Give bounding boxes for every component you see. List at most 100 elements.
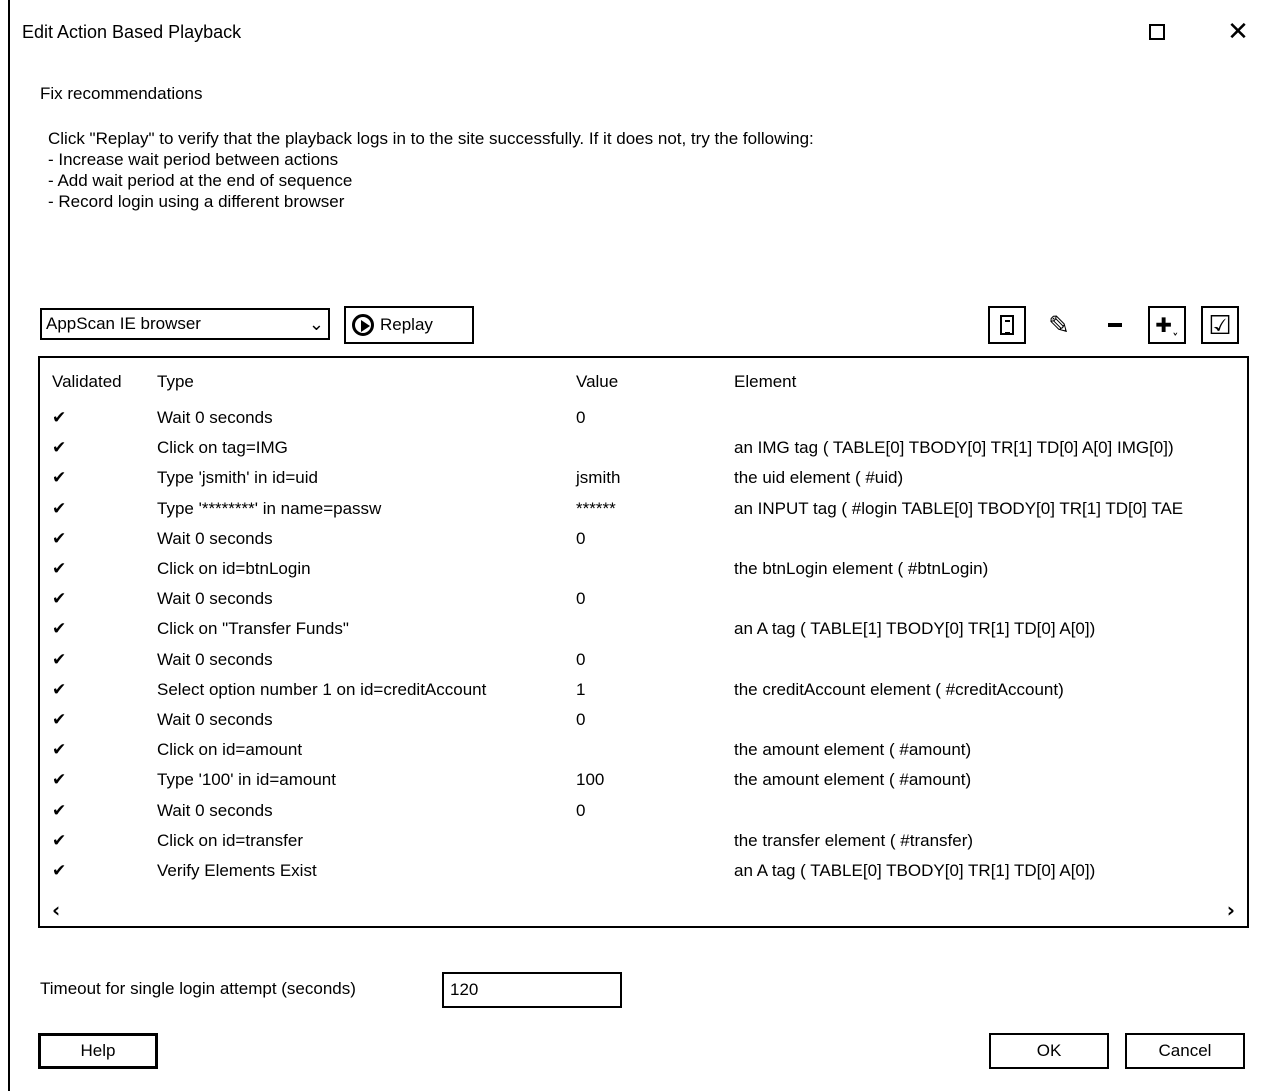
row-type: Wait 0 seconds [157, 589, 273, 609]
table-row[interactable]: ✔ Wait 0 seconds 0 [40, 529, 1247, 559]
validated-check-icon: ✔ [52, 619, 67, 640]
table-row[interactable]: ✔ Wait 0 seconds 0 [40, 710, 1247, 740]
header-element[interactable]: Element [734, 372, 796, 392]
row-type: Wait 0 seconds [157, 710, 273, 729]
row-type: Click on id=btnLogin [157, 559, 311, 578]
row-type: Select option number 1 on id=creditAccou… [157, 679, 487, 699]
instructions: Click "Replay" to verify that the playba… [48, 128, 814, 212]
validated-check-icon: ✔ [52, 408, 67, 428]
table-row[interactable]: ✔ Type 'jsmith' in id=uid jsmith the uid el… [40, 468, 1247, 498]
timeout-input[interactable]: 120 [442, 972, 622, 1008]
maximize-icon [1149, 24, 1165, 40]
table-row[interactable]: ✔ Click on id=amount the amount element ( … [40, 740, 1247, 770]
row-value: 0 [576, 649, 586, 669]
scroll-left-arrow[interactable]: ‹ [52, 898, 60, 922]
row-value: 100 [576, 770, 605, 790]
pencil-icon: ✎ [1048, 309, 1070, 340]
close-icon: ✕ [1227, 17, 1249, 47]
actions-grid[interactable]: Validated Type Value Element ✔ Wait 0 sec… [38, 356, 1249, 928]
validated-check-icon: ✔ [52, 528, 67, 549]
row-element: an A tag ( TABLE[1] TBODY[0] TR[1] TD[0]… [734, 619, 1096, 639]
window-edge [8, 0, 10, 1091]
validated-check-icon: ✔ [52, 438, 67, 459]
remove-button[interactable] [1096, 306, 1134, 344]
row-type: Wait 0 seconds [157, 800, 273, 820]
row-type: Type '100' in id=amount [157, 770, 336, 790]
row-value: 1 [576, 679, 586, 699]
instruction-line: - Add wait period at the end of sequence [48, 171, 353, 190]
header-value[interactable]: Value [576, 372, 618, 392]
validated-check-icon: ✔ [52, 679, 67, 700]
validated-check-icon: ✔ [52, 861, 67, 881]
validated-check-icon: ✔ [52, 800, 67, 821]
row-value: ****** [576, 498, 616, 518]
row-element: the transfer element ( #transfer) [734, 830, 974, 850]
minus-icon [1108, 323, 1122, 327]
row-element: the amount element ( #amount) [734, 770, 972, 790]
ok-button[interactable]: OK [989, 1033, 1109, 1069]
edit-button[interactable]: ✎ [1040, 306, 1078, 344]
table-row[interactable]: ✔ Wait 0 seconds 0 [40, 589, 1247, 619]
window-title: Edit Action Based Playback [22, 22, 242, 42]
validated-check-icon: ✔ [52, 770, 67, 791]
row-element: the btnLogin element ( #btnLogin) [734, 559, 989, 578]
replay-label: Replay [380, 315, 433, 334]
play-icon [352, 314, 374, 336]
browser-select-value: AppScan IE browser [46, 314, 201, 333]
list-icon [1000, 315, 1014, 335]
row-element: an A tag ( TABLE[0] TBODY[0] TR[1] TD[0]… [734, 861, 1096, 880]
row-value: 0 [576, 589, 586, 609]
row-element: an INPUT tag ( #login TABLE[0] TBODY[0] … [734, 498, 1184, 518]
table-row[interactable]: ✔ Click on "Transfer Funds" an A tag ( TAB… [40, 619, 1247, 649]
instruction-line: - Increase wait period between actions [48, 150, 339, 169]
row-type: Type 'jsmith' in id=uid [157, 468, 318, 488]
add-button[interactable]: ✚˯ [1148, 306, 1186, 344]
row-value: 0 [576, 800, 586, 820]
table-row[interactable]: ✔ Type '********' in name=passw ****** an I… [40, 499, 1247, 529]
table-row[interactable]: ✔ Wait 0 seconds 0 [40, 650, 1247, 680]
validated-check-icon: ✔ [52, 740, 67, 761]
row-type: Verify Elements Exist [157, 861, 317, 880]
timeout-label: Timeout for single login attempt (second… [40, 979, 356, 998]
row-type: Wait 0 seconds [157, 649, 273, 669]
validated-check-icon: ✔ [52, 830, 67, 851]
row-type: Wait 0 seconds [157, 408, 273, 427]
cancel-button[interactable]: Cancel [1125, 1033, 1245, 1069]
table-row[interactable]: ✔ Click on tag=IMG an IMG tag ( TABLE[0] T… [40, 438, 1247, 468]
instruction-line: - Record login using a different browser [48, 192, 345, 211]
validated-check-icon: ✔ [52, 649, 67, 670]
list-button[interactable] [988, 306, 1026, 344]
row-type: Click on id=transfer [157, 830, 303, 850]
header-validated[interactable]: Validated [52, 372, 122, 392]
table-row[interactable]: ✔ Click on id=transfer the transfer elemen… [40, 831, 1247, 861]
chevron-down-icon: ⌄ [308, 313, 324, 334]
validated-check-icon: ✔ [52, 498, 67, 519]
row-value: jsmith [576, 468, 621, 488]
plus-icon: ✚˯ [1155, 314, 1179, 337]
validated-check-icon: ✔ [52, 559, 67, 579]
table-row[interactable]: ✔ Wait 0 seconds 0 [40, 408, 1247, 438]
row-element: the creditAccount element ( #creditAccou… [734, 679, 1064, 699]
close-button[interactable]: ✕ [1226, 17, 1250, 47]
help-button[interactable]: Help [38, 1033, 158, 1069]
row-element: the amount element ( #amount) [734, 740, 972, 760]
checkbox-icon: ☑ [1208, 309, 1232, 340]
validated-check-icon: ✔ [52, 710, 67, 730]
validated-check-icon: ✔ [52, 468, 67, 489]
table-row[interactable]: ✔ Verify Elements Exist an A tag ( TABLE[0… [40, 861, 1247, 891]
table-row[interactable]: ✔ Select option number 1 on id=creditAcco… [40, 680, 1247, 710]
table-row[interactable]: ✔ Click on id=btnLogin the btnLogin elemen… [40, 559, 1247, 589]
row-type: Click on id=amount [157, 740, 303, 760]
validate-button[interactable]: ☑ [1201, 306, 1239, 344]
instruction-line: Click "Replay" to verify that the playba… [48, 129, 814, 148]
row-type: Click on tag=IMG [157, 438, 288, 458]
replay-button[interactable]: Replay [344, 306, 474, 344]
browser-select[interactable]: AppScan IE browser ⌄ [40, 308, 330, 340]
scroll-right-arrow[interactable]: › [1227, 898, 1235, 922]
section-label: Fix recommendations [40, 84, 203, 103]
table-row[interactable]: ✔ Wait 0 seconds 0 [40, 801, 1247, 831]
header-type[interactable]: Type [157, 372, 194, 392]
table-row[interactable]: ✔ Type '100' in id=amount 100 the amount el… [40, 770, 1247, 800]
row-type: Type '********' in name=passw [157, 498, 382, 518]
maximize-button[interactable] [1145, 20, 1169, 44]
